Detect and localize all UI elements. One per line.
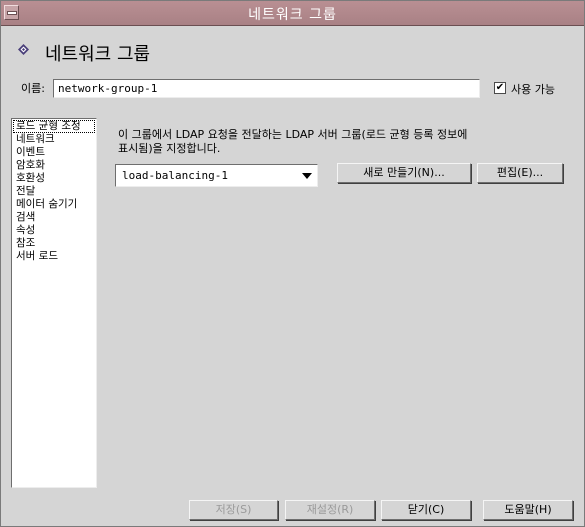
- enabled-label: 사용 가능: [511, 83, 555, 96]
- page-title: 네트워크 그룹: [45, 44, 151, 65]
- sidebar-item-compatibility[interactable]: 호환성: [13, 172, 95, 185]
- sidebar-item-server-load[interactable]: 서버 로드: [13, 250, 95, 263]
- sidebar-item-referrals[interactable]: 참조: [13, 237, 95, 250]
- sidebar-item-network[interactable]: 네트워크: [13, 133, 95, 146]
- category-list[interactable]: 로드 균형 조정 네트워크 이벤트 암호화 호환성 전달 메이터 숨기기 검색 …: [11, 118, 97, 488]
- sidebar-item-forwarding[interactable]: 전달: [13, 185, 95, 198]
- description-line-2: 표시됨)을 지정합니다.: [118, 142, 221, 155]
- description-text: 이 그룹에서 LDAP 요청을 전달하는 LDAP 서버 그룹(로드 균형 등록…: [118, 128, 538, 156]
- description-line-1: 이 그룹에서 LDAP 요청을 전달하는 LDAP 서버 그룹(로드 균형 등록…: [118, 128, 468, 141]
- sidebar-item-attributes[interactable]: 속성: [13, 224, 95, 237]
- help-button[interactable]: 도움말(H): [483, 500, 573, 520]
- sidebar-item-encryption[interactable]: 암호화: [13, 159, 95, 172]
- name-label: 이름:: [21, 82, 45, 95]
- name-input[interactable]: [53, 79, 480, 98]
- edit-button[interactable]: 편집(E)...: [477, 163, 563, 183]
- save-button[interactable]: 저장(S): [189, 500, 278, 520]
- sidebar-item-load-balancing[interactable]: 로드 균형 조정: [13, 120, 95, 133]
- network-group-window: 네트워크 그룹 네트워크 그룹 이름: ✔ 사용 가능 로드 균형 조정 네트워…: [0, 0, 585, 527]
- close-button[interactable]: 닫기(C): [381, 500, 471, 520]
- enabled-checkbox[interactable]: ✔: [494, 82, 506, 94]
- load-balancing-select[interactable]: load-balancing-1: [115, 164, 318, 187]
- reset-button[interactable]: 재설정(R): [285, 500, 375, 520]
- load-balancing-select-value: load-balancing-1: [122, 169, 228, 182]
- new-button[interactable]: 새로 만들기(N)...: [337, 163, 471, 183]
- sidebar-item-search[interactable]: 검색: [13, 211, 95, 224]
- sidebar-item-data-hiding[interactable]: 메이터 숨기기: [13, 198, 95, 211]
- title-bar[interactable]: 네트워크 그룹: [1, 1, 584, 26]
- dropdown-arrow-icon[interactable]: [302, 173, 312, 179]
- window-title: 네트워크 그룹: [248, 7, 337, 23]
- network-group-icon: [18, 44, 29, 55]
- sidebar-item-events[interactable]: 이벤트: [13, 146, 95, 159]
